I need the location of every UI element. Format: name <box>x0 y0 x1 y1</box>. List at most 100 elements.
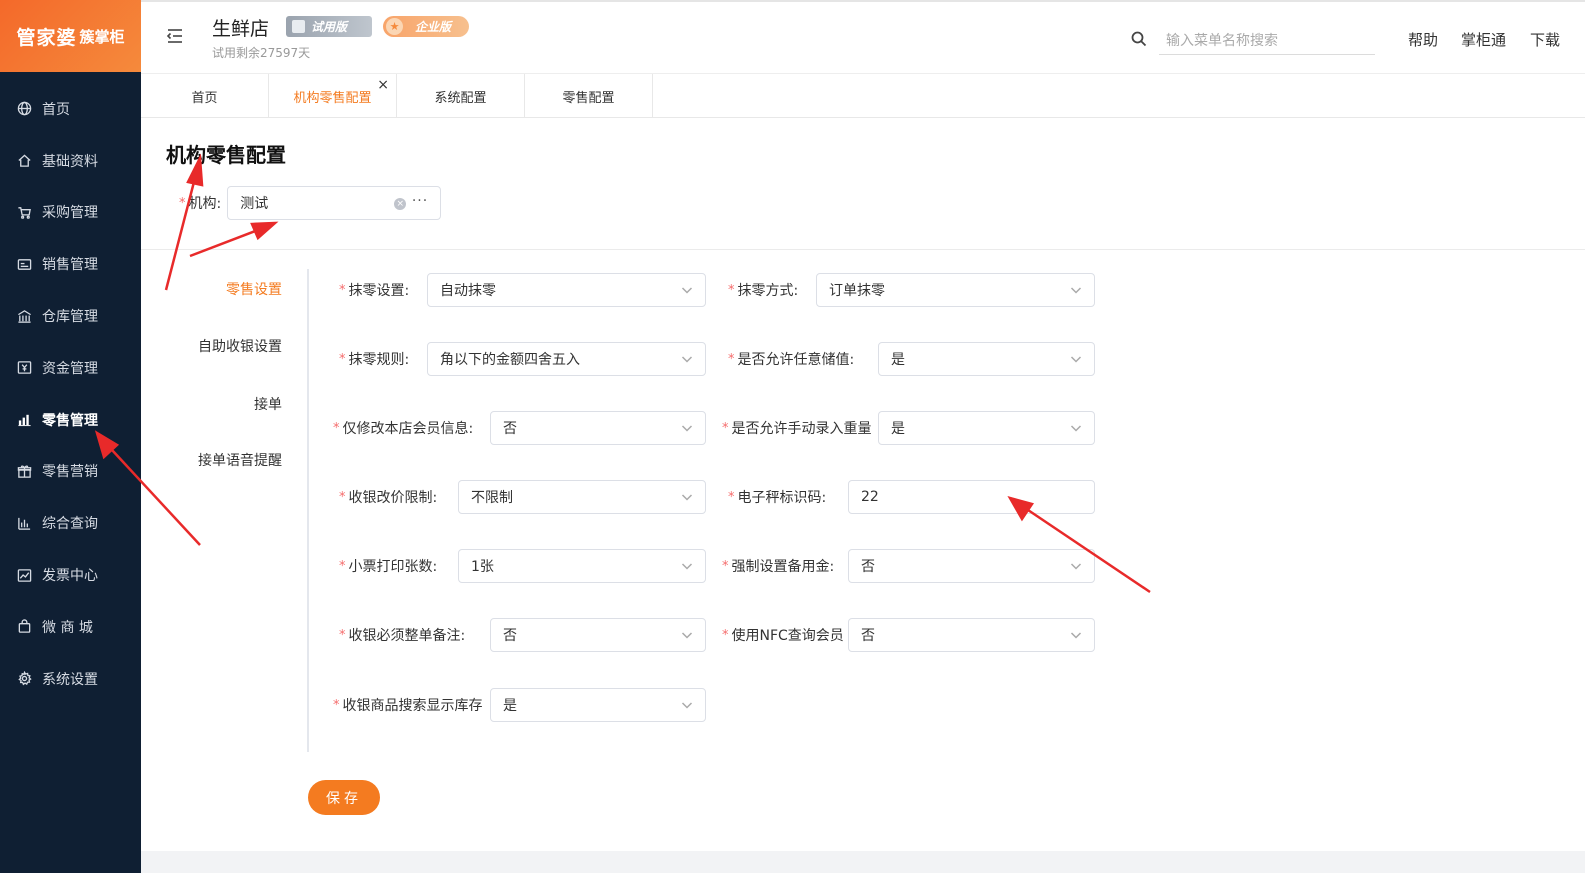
rounding-method-select[interactable]: 订单抹零 <box>816 273 1095 307</box>
field-label: 是否允许手动录入重量 <box>731 421 872 437</box>
sidebar-item-warehouse[interactable]: 仓库管理 <box>0 290 141 342</box>
sidebar-item-mall[interactable]: 微 商 城 <box>0 601 141 653</box>
sidebar-item-funds[interactable]: 资金管理 <box>0 342 141 394</box>
sidebar-item-label: 微 商 城 <box>42 619 93 636</box>
tab-label: 零售配置 <box>562 90 615 106</box>
tab-org-retail-config[interactable]: 机构零售配置 × <box>269 74 397 118</box>
save-button[interactable]: 保存 <box>308 780 380 815</box>
sidebar-item-retail[interactable]: 零售管理 <box>0 394 141 446</box>
required-mark: * <box>333 420 340 436</box>
tab-retail-config[interactable]: 零售配置 <box>525 74 653 118</box>
side-tab-order-voice[interactable]: 接单语音提醒 <box>198 450 282 470</box>
menu-collapse-button[interactable] <box>165 26 187 48</box>
sidebar-item-home[interactable]: 首页 <box>0 83 141 135</box>
app-link[interactable]: 掌柜通 <box>1461 29 1506 50</box>
scale-code-input[interactable]: 22 <box>848 480 1095 514</box>
sidebar-item-label: 销售管理 <box>42 257 98 274</box>
chevron-down-icon <box>681 284 693 296</box>
side-tab-orders[interactable]: 接单 <box>254 394 282 414</box>
required-mark: * <box>339 489 346 505</box>
sidebar-item-sales[interactable]: 销售管理 <box>0 238 141 290</box>
select-value: 否 <box>503 628 517 644</box>
sidebar-item-invoice[interactable]: 发票中心 <box>0 549 141 601</box>
home-icon <box>16 153 32 169</box>
search-show-stock-select[interactable]: 是 <box>490 688 706 722</box>
download-link[interactable]: 下载 <box>1530 29 1560 50</box>
sidebar-item-label: 资金管理 <box>42 360 98 377</box>
clear-icon[interactable]: × <box>394 198 407 210</box>
field-only-modify-store-member: * 仅修改本店会员信息: 否 <box>333 411 708 445</box>
field-label: 抹零设置: <box>348 283 410 299</box>
chevron-down-icon <box>681 560 693 572</box>
trial-badge-label: 试用版 <box>311 20 348 34</box>
field-label: 抹零规则: <box>348 352 410 368</box>
allow-manual-weight-select[interactable]: 是 <box>878 411 1095 445</box>
select-value: 角以下的金额四舍五入 <box>440 352 580 368</box>
sidebar-item-label: 基础资料 <box>42 153 98 170</box>
more-icon[interactable]: ··· <box>412 193 428 209</box>
tab-home[interactable]: 首页 <box>141 74 269 118</box>
tab-system-config[interactable]: 系统配置 <box>397 74 525 118</box>
sidebar: 管家婆 簇掌柜 首页 基础资料 采购管理 销售管理 仓库管理 资金管理 零售管理… <box>0 0 141 873</box>
rounding-setting-select[interactable]: 自动抹零 <box>427 273 706 307</box>
required-mark: * <box>339 558 346 574</box>
gift-icon <box>16 463 32 479</box>
org-selector[interactable]: 测试 × ··· <box>227 186 442 220</box>
tab-label: 机构零售配置 <box>293 90 372 106</box>
field-rounding-rule: * 抹零规则: 角以下的金额四舍五入 <box>339 342 708 376</box>
rounding-rule-select[interactable]: 角以下的金额四舍五入 <box>427 342 706 376</box>
sidebar-item-label: 综合查询 <box>42 516 98 533</box>
only-modify-store-member-select[interactable]: 否 <box>490 411 706 445</box>
field-rounding-setting: * 抹零设置: 自动抹零 <box>339 273 708 307</box>
field-search-show-stock: * 收银商品搜索显示库存 是 <box>333 688 708 722</box>
sidebar-item-basic-data[interactable]: 基础资料 <box>0 135 141 187</box>
side-tab-self-checkout[interactable]: 自助收银设置 <box>198 336 282 356</box>
sidebar-item-settings[interactable]: 系统设置 <box>0 653 141 705</box>
side-tab-retail-settings[interactable]: 零售设置 <box>226 279 282 299</box>
sidebar-item-label: 首页 <box>42 101 70 118</box>
required-mark: * <box>339 627 346 643</box>
field-label: 收银改价限制: <box>348 490 438 506</box>
search-icon[interactable] <box>1131 31 1147 47</box>
field-label: 强制设置备用金: <box>731 559 835 575</box>
field-receipt-copies: * 小票打印张数: 1张 <box>339 549 708 583</box>
receipt-copies-select[interactable]: 1张 <box>458 549 706 583</box>
field-label: 是否允许任意储值: <box>737 352 855 368</box>
bag-icon <box>16 619 32 635</box>
price-change-limit-select[interactable]: 不限制 <box>458 480 706 514</box>
allow-any-stored-value-select[interactable]: 是 <box>878 342 1095 376</box>
field-allow-any-stored-value: * 是否允许任意储值: 是 <box>728 342 1096 376</box>
tab-label: 首页 <box>191 90 218 106</box>
gear-icon <box>16 671 32 687</box>
field-label: 电子秤标识码: <box>737 490 827 506</box>
field-scale-code: * 电子秤标识码: 22 <box>728 480 1096 514</box>
chevron-down-icon <box>681 629 693 641</box>
help-link[interactable]: 帮助 <box>1408 29 1438 50</box>
main-content: 机构零售配置 * 机构: 测试 × ··· 零售设置 自助收银设置 接单 接单语… <box>141 119 1585 873</box>
field-nfc-member-query: * 使用NFC查询会员 否 <box>722 618 1096 652</box>
menu-search-input[interactable] <box>1159 27 1375 55</box>
enterprise-badge-label: 企业版 <box>415 20 452 34</box>
force-petty-cash-select[interactable]: 否 <box>848 549 1095 583</box>
require-order-note-select[interactable]: 否 <box>490 618 706 652</box>
field-label: 收银商品搜索显示库存 <box>342 698 483 714</box>
org-field: * 机构: 测试 × ··· <box>179 186 442 220</box>
tab-label: 系统配置 <box>434 90 487 106</box>
nfc-member-query-select[interactable]: 否 <box>848 618 1095 652</box>
sidebar-item-marketing[interactable]: 零售营销 <box>0 446 141 498</box>
sidebar-item-label: 仓库管理 <box>42 309 98 326</box>
trend-icon <box>16 567 32 583</box>
logo-sub-text: 簇掌柜 <box>79 27 125 46</box>
close-icon[interactable]: × <box>377 77 389 93</box>
trial-badge-icon <box>292 20 305 33</box>
top-header: 生鲜店 试用版 ★ 企业版 试用剩余27597天 帮助 掌柜通 下载 <box>141 0 1585 73</box>
chevron-down-icon <box>1070 353 1082 365</box>
field-label: 小票打印张数: <box>348 559 438 575</box>
select-value: 自动抹零 <box>440 283 496 299</box>
sidebar-item-query[interactable]: 综合查询 <box>0 497 141 549</box>
chevron-down-icon <box>1070 284 1082 296</box>
select-value: 是 <box>891 352 905 368</box>
field-label: 使用NFC查询会员 <box>731 628 844 644</box>
divider <box>141 249 1585 250</box>
sidebar-item-purchase[interactable]: 采购管理 <box>0 187 141 239</box>
